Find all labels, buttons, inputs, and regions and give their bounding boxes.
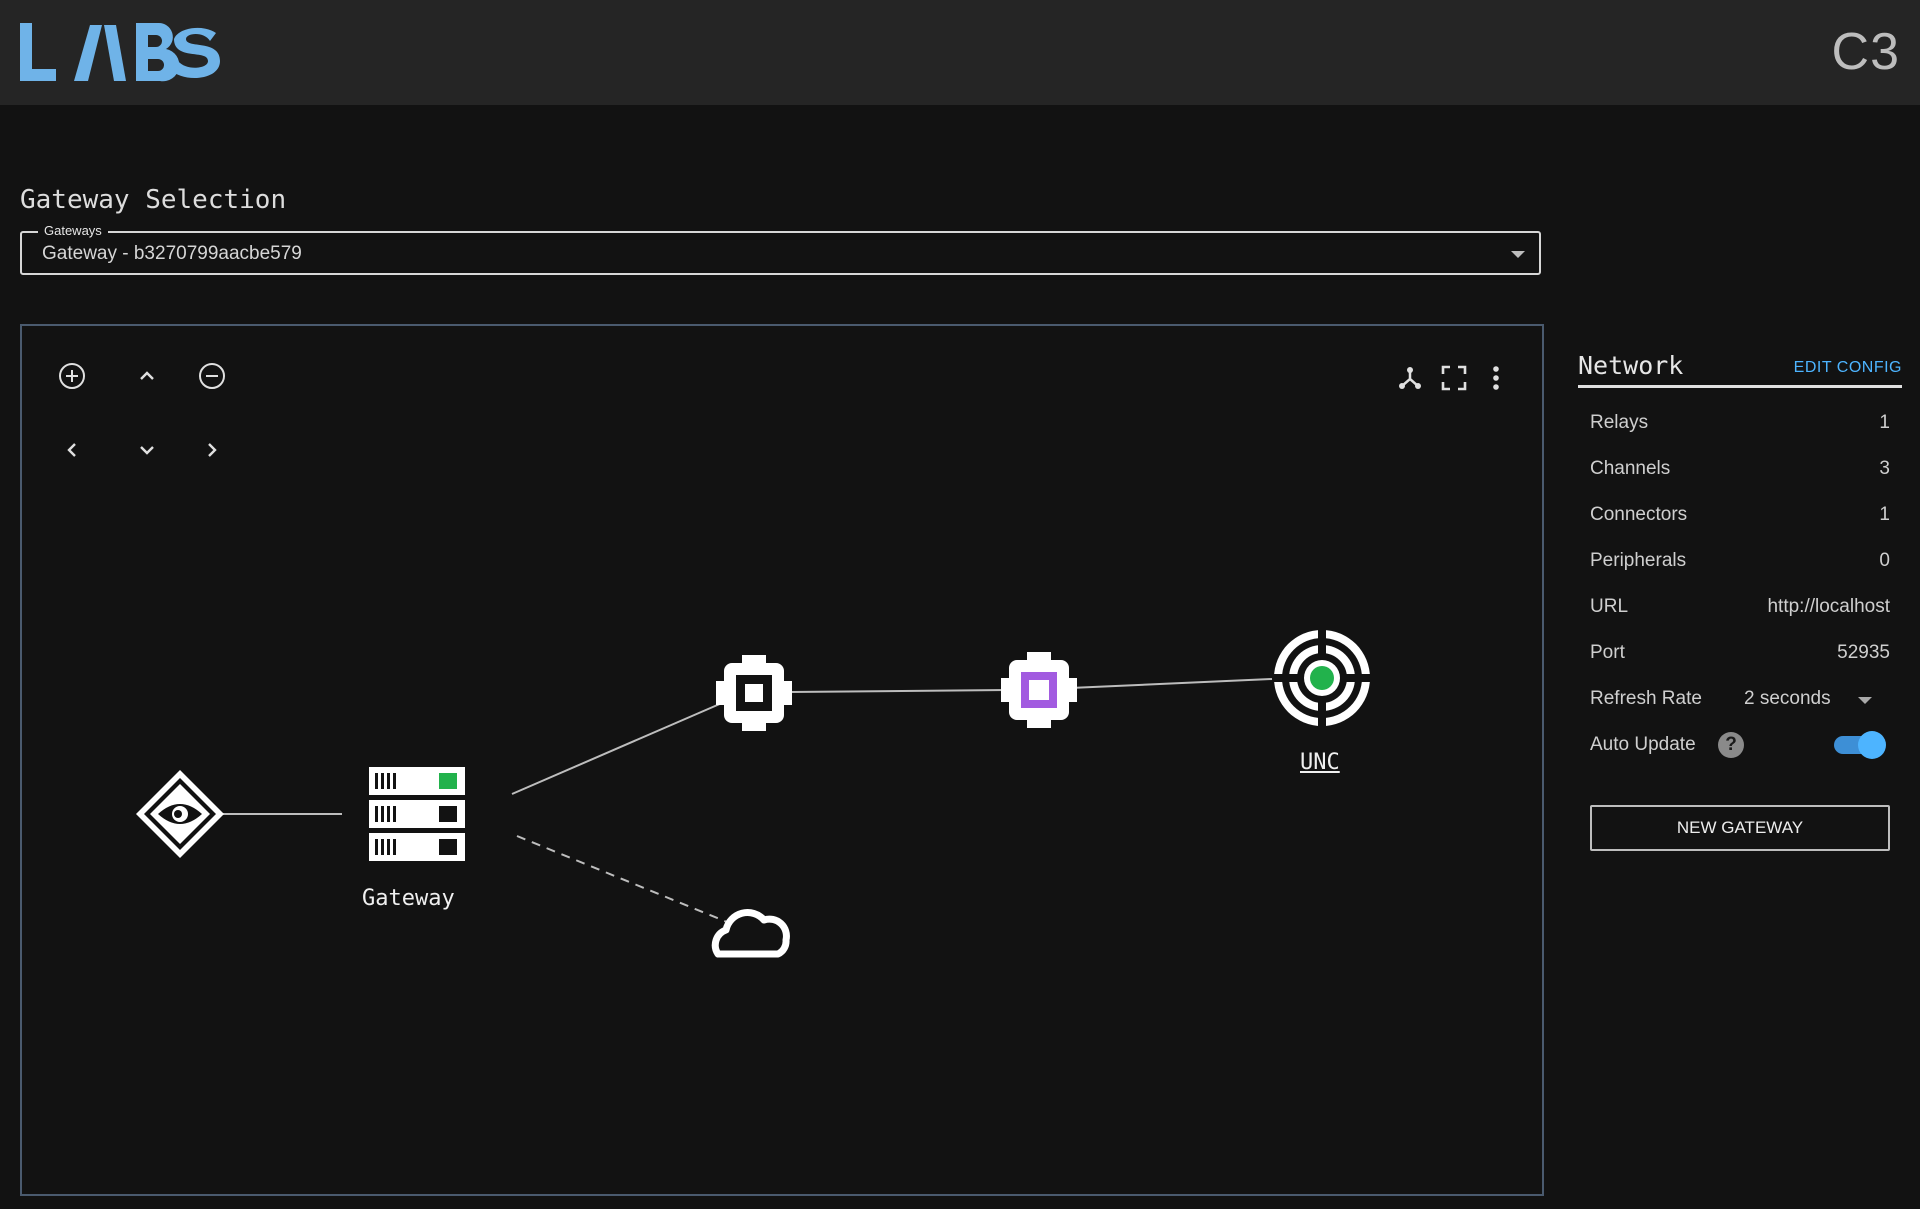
row-value: 52935 <box>1837 642 1890 663</box>
row-label: Peripherals <box>1590 550 1687 571</box>
edge-channel-unc <box>1069 678 1273 689</box>
row-label: Refresh Rate <box>1590 688 1702 709</box>
gateway-select-legend: Gateways <box>38 223 108 238</box>
gateway-select[interactable]: Gateways Gateway - b3270799aacbe579 <box>20 223 1541 275</box>
auto-update-toggle[interactable] <box>1834 731 1886 759</box>
help-icon[interactable]: ? <box>1718 732 1744 758</box>
dropdown-arrow-icon[interactable] <box>1511 251 1525 258</box>
network-panel-header: Network EDIT CONFIG <box>1578 349 1902 388</box>
row-label: Relays <box>1590 412 1649 433</box>
row-label: Channels <box>1590 458 1671 479</box>
network-row-connectors: Connectors 1 <box>1590 490 1890 536</box>
edge-gateway-cloud <box>516 835 728 923</box>
network-row-port: Port 52935 <box>1590 628 1890 674</box>
dropdown-arrow-icon[interactable] <box>1858 697 1872 704</box>
network-row-relays: Relays 1 <box>1590 398 1890 444</box>
edge-gateway-relay <box>511 702 723 795</box>
new-gateway-button[interactable]: NEW GATEWAY <box>1590 805 1890 851</box>
network-title: Network <box>1578 351 1684 380</box>
gateway-node <box>369 767 465 861</box>
edge-relay-channel <box>789 689 1008 693</box>
row-value: 0 <box>1879 550 1890 571</box>
gateway-node-label: Gateway <box>362 886 455 911</box>
network-row-auto-update: Auto Update ? <box>1590 720 1890 766</box>
network-row-url: URL http://localhost <box>1590 582 1890 628</box>
edit-config-button[interactable]: EDIT CONFIG <box>1794 359 1902 377</box>
section-title: Gateway Selection <box>20 185 287 215</box>
relay-node <box>716 655 792 731</box>
row-value: 1 <box>1879 504 1890 525</box>
network-graph-canvas[interactable]: Gateway UNC <box>20 324 1544 1196</box>
gateway-select-value: Gateway - b3270799aacbe579 <box>42 243 302 264</box>
row-value: 3 <box>1879 458 1890 479</box>
row-label: Connectors <box>1590 504 1688 525</box>
row-label: URL <box>1590 596 1629 617</box>
row-value: 1 <box>1879 412 1890 433</box>
network-row-channels: Channels 3 <box>1590 444 1890 490</box>
network-row-refresh-rate: Refresh Rate 2 seconds <box>1590 674 1890 720</box>
unc-node-label: UNC <box>1300 750 1340 775</box>
refresh-rate-select[interactable]: 2 seconds <box>1744 684 1878 712</box>
labs-logo <box>20 22 220 82</box>
row-label: Port <box>1590 642 1625 663</box>
cloud-node <box>711 909 790 958</box>
top-app-bar: C3 <box>0 0 1920 105</box>
unc-node <box>1274 630 1370 726</box>
channel-node <box>1001 652 1077 728</box>
peripheral-node <box>136 770 224 858</box>
toggle-knob <box>1858 731 1886 759</box>
network-row-peripherals: Peripherals 0 <box>1590 536 1890 582</box>
row-value: http://localhost <box>1767 596 1890 617</box>
app-code: C3 <box>1831 23 1900 81</box>
network-panel: Network EDIT CONFIG Relays 1 Channels 3 … <box>1578 349 1902 851</box>
row-label: Auto Update <box>1590 734 1696 755</box>
refresh-rate-value: 2 seconds <box>1744 688 1831 709</box>
